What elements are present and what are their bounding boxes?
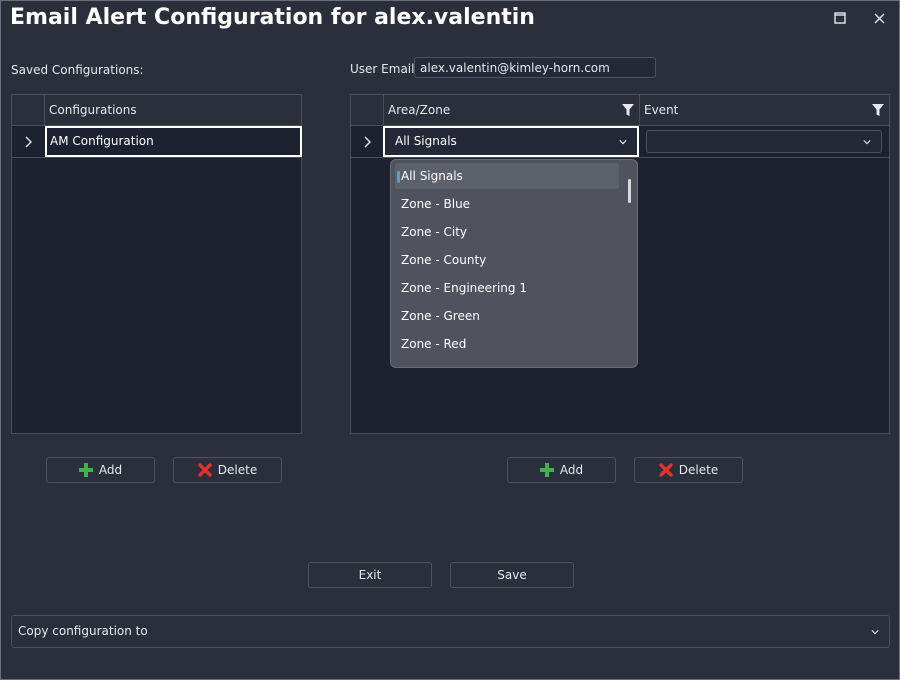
email-alert-window: Email Alert Configuration for alex.valen… (0, 0, 900, 680)
event-combobox[interactable] (646, 130, 882, 153)
chevron-down-icon (871, 629, 879, 634)
area-zone-selected-value: All Signals (395, 134, 457, 148)
chevron-right-icon (25, 136, 32, 147)
dropdown-option[interactable]: Zone - Engineering 1 (395, 275, 619, 301)
filter-icon[interactable] (621, 103, 635, 117)
copy-configuration-label: Copy configuration to (18, 624, 148, 638)
plus-icon (78, 463, 93, 477)
alerts-grid-header: Area/Zone Event (351, 95, 889, 126)
row-expand-button[interactable] (12, 126, 44, 157)
exit-button[interactable]: Exit (308, 562, 432, 588)
maximize-button[interactable] (828, 7, 852, 29)
column-header-event-label: Event (644, 103, 679, 117)
close-icon (874, 13, 884, 23)
column-header-configurations[interactable]: Configurations (44, 95, 301, 125)
configuration-name-cell[interactable]: AM Configuration (45, 126, 302, 157)
delete-button-label: Delete (678, 463, 719, 477)
table-row[interactable]: All Signals (351, 126, 889, 158)
column-header-area-zone[interactable]: Area/Zone (383, 95, 639, 125)
dropdown-option[interactable]: All Signals (395, 163, 619, 189)
saved-configurations-label: Saved Configurations: (11, 63, 144, 77)
add-button-label: Add (559, 463, 584, 477)
copy-configuration-combobox[interactable]: Copy configuration to (11, 615, 890, 648)
chevron-down-icon (619, 139, 627, 144)
x-icon (659, 463, 673, 477)
column-header-event[interactable]: Event (639, 95, 889, 125)
area-zone-combobox[interactable]: All Signals (383, 126, 639, 157)
add-configuration-button[interactable]: Add (46, 457, 155, 483)
add-button-label: Add (98, 463, 123, 477)
add-alert-button[interactable]: Add (507, 457, 616, 483)
save-button-label: Save (497, 568, 527, 582)
delete-button-label: Delete (217, 463, 258, 477)
x-icon (198, 463, 212, 477)
table-row[interactable]: AM Configuration (12, 126, 302, 158)
exit-button-label: Exit (358, 568, 382, 582)
user-email-field[interactable]: alex.valentin@kimley-horn.com (414, 57, 656, 78)
user-email-label: User Email: (350, 62, 419, 76)
row-expand-button[interactable] (351, 126, 383, 157)
dropdown-option[interactable]: Zone - Red (395, 331, 619, 357)
chevron-right-icon (364, 136, 371, 147)
maximize-icon (834, 12, 846, 24)
delete-configuration-button[interactable]: Delete (173, 457, 282, 483)
plus-icon (539, 463, 554, 477)
filter-icon[interactable] (871, 103, 885, 117)
dropdown-option[interactable]: Zone - County (395, 247, 619, 273)
close-button[interactable] (867, 7, 891, 29)
delete-alert-button[interactable]: Delete (634, 457, 743, 483)
dropdown-scrollbar-thumb[interactable] (628, 179, 631, 203)
save-button[interactable]: Save (450, 562, 574, 588)
dropdown-option[interactable]: Zone - Blue (395, 191, 619, 217)
window-title: Email Alert Configuration for alex.valen… (10, 5, 535, 30)
configurations-grid-header: Configurations (12, 95, 301, 126)
area-zone-dropdown[interactable]: All Signals Zone - Blue Zone - City Zone… (390, 159, 638, 368)
chevron-down-icon (863, 139, 871, 144)
configurations-grid[interactable]: Configurations AM Configuration (11, 94, 302, 434)
dropdown-option[interactable]: Zone - City (395, 219, 619, 245)
dropdown-option[interactable]: Zone - Green (395, 303, 619, 329)
column-header-area-zone-label: Area/Zone (388, 103, 451, 117)
